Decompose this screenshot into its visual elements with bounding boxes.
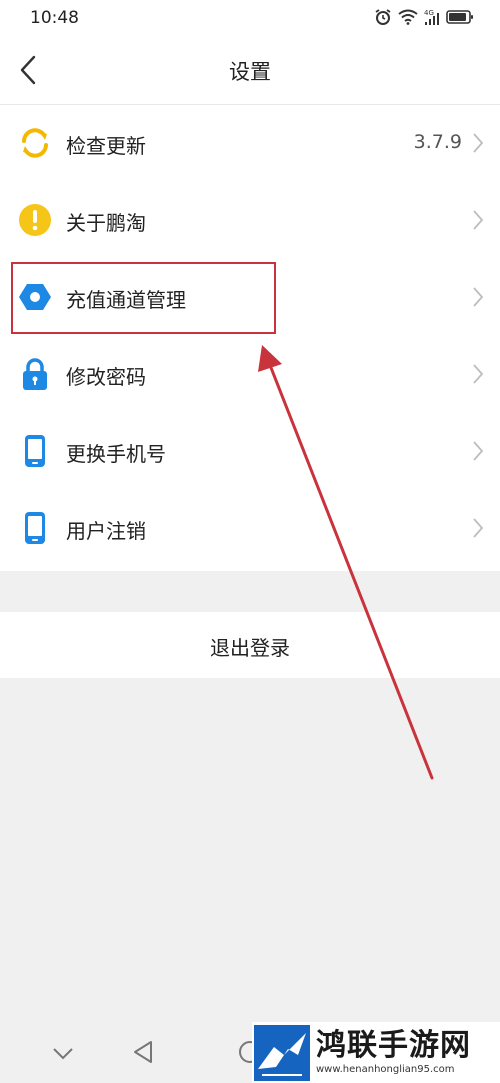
annotation-highlight-box — [11, 262, 276, 334]
watermark-logo-icon — [254, 1024, 310, 1081]
chevron-right-icon — [472, 132, 484, 158]
status-icons: 4G — [374, 8, 474, 26]
status-bar: 10:48 4G — [0, 0, 500, 36]
settings-row-change-phone[interactable]: 更换手机号 — [0, 413, 500, 490]
settings-list: 检查更新 3.7.9 关于鹏淘 充值通道管理 修改密码 更换手机号 用户注销 — [0, 105, 500, 571]
info-exclamation-icon — [18, 203, 52, 237]
chevron-right-icon — [472, 209, 484, 235]
battery-icon — [446, 10, 473, 24]
version-value: 3.7.9 — [413, 131, 462, 153]
row-label: 更换手机号 — [66, 442, 166, 466]
row-label: 修改密码 — [66, 365, 146, 389]
wifi-icon — [398, 9, 418, 25]
settings-row-about[interactable]: 关于鹏淘 — [0, 182, 500, 259]
watermark-url: www.henanhonglian95.com — [316, 1063, 455, 1075]
settings-row-check-update[interactable]: 检查更新 3.7.9 — [0, 105, 500, 182]
row-label: 用户注销 — [66, 519, 146, 543]
watermark: 鸿联手游网 www.henanhonglian95.com — [252, 1022, 500, 1083]
logout-button[interactable]: 退出登录 — [0, 612, 500, 678]
chevron-down-icon[interactable] — [52, 1046, 74, 1065]
refresh-icon — [18, 126, 52, 160]
chevron-right-icon — [472, 440, 484, 466]
watermark-title: 鸿联手游网 — [316, 1027, 471, 1063]
svg-text:4G: 4G — [424, 9, 434, 17]
logout-label: 退出登录 — [210, 636, 290, 660]
chevron-right-icon — [472, 363, 484, 389]
phone-icon — [18, 434, 52, 468]
back-triangle-icon[interactable] — [132, 1040, 154, 1068]
signal-4g-icon: 4G — [424, 9, 439, 25]
chevron-right-icon — [472, 517, 484, 543]
phone-icon — [18, 511, 52, 545]
top-nav-bar: 设置 — [0, 36, 500, 105]
status-time: 10:48 — [30, 8, 79, 28]
alarm-icon — [375, 9, 391, 25]
row-label: 检查更新 — [66, 134, 146, 158]
settings-row-change-password[interactable]: 修改密码 — [0, 336, 500, 413]
chevron-right-icon — [472, 286, 484, 312]
page-title: 设置 — [229, 60, 271, 84]
row-label: 关于鹏淘 — [66, 211, 146, 235]
settings-row-deactivate-account[interactable]: 用户注销 — [0, 490, 500, 567]
lock-icon — [18, 357, 52, 391]
